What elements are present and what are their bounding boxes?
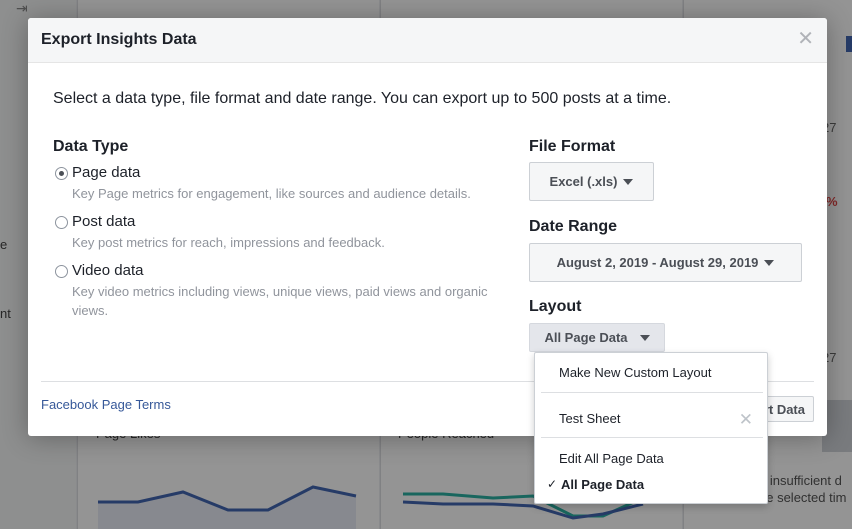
radio-description: Key video metrics including views, uniqu… — [72, 284, 488, 318]
caret-down-icon — [639, 334, 650, 341]
layout-dropdown-menu: Make New Custom Layout Test Sheet ✕ Edit… — [534, 352, 768, 504]
menu-item-label: Make New Custom Layout — [559, 365, 712, 380]
layout-value: All Page Data — [544, 330, 628, 345]
menu-item-label: Test Sheet — [559, 411, 621, 426]
layout-label: Layout — [529, 298, 582, 315]
radio-post-data[interactable]: Post data Key post metrics for reach, im… — [55, 213, 525, 253]
data-type-label: Data Type — [53, 138, 129, 155]
radio-description: Key post metrics for reach, impressions … — [72, 235, 385, 250]
file-format-value: Excel (.xls) — [549, 174, 618, 189]
file-format-label: File Format — [529, 138, 616, 155]
caret-down-icon — [623, 178, 634, 185]
checkmark-icon: ✓ — [547, 477, 558, 491]
radio-button[interactable] — [55, 216, 68, 229]
menu-item-test-sheet[interactable]: Test Sheet — [535, 411, 767, 429]
radio-label: Video data — [72, 262, 144, 279]
menu-divider — [541, 392, 763, 393]
dialog-intro-text: Select a data type, file format and date… — [53, 90, 672, 107]
caret-down-icon — [764, 259, 775, 266]
close-icon[interactable]: ✕ — [797, 29, 814, 49]
radio-description: Key Page metrics for engagement, like so… — [72, 186, 471, 201]
file-format-select[interactable]: Excel (.xls) — [529, 162, 654, 201]
dialog-title: Export Insights Data — [41, 31, 197, 48]
radio-label: Page data — [72, 164, 141, 181]
date-range-value: August 2, 2019 - August 29, 2019 — [556, 255, 759, 270]
radio-label: Post data — [72, 213, 136, 230]
remove-layout-icon[interactable]: ✕ — [739, 411, 753, 428]
radio-button-selected[interactable] — [55, 167, 68, 180]
layout-select[interactable]: All Page Data — [529, 323, 665, 352]
radio-button[interactable] — [55, 265, 68, 278]
menu-item-all-page-data[interactable]: ✓ All Page Data — [535, 477, 767, 495]
dialog-header: Export Insights Data ✕ — [28, 18, 827, 63]
menu-item-make-new-custom-layout[interactable]: Make New Custom Layout — [535, 365, 767, 383]
radio-video-data[interactable]: Video data Key video metrics including v… — [55, 262, 525, 322]
menu-item-edit-all-page-data[interactable]: Edit All Page Data — [535, 451, 767, 469]
menu-divider — [541, 437, 763, 438]
date-range-label: Date Range — [529, 218, 618, 235]
facebook-page-terms-link[interactable]: Facebook Page Terms — [41, 397, 171, 412]
date-range-select[interactable]: August 2, 2019 - August 29, 2019 — [529, 243, 802, 282]
menu-item-label: Edit All Page Data — [559, 451, 664, 466]
radio-page-data[interactable]: Page data Key Page metrics for engagemen… — [55, 164, 525, 204]
menu-item-label: All Page Data — [561, 477, 645, 492]
